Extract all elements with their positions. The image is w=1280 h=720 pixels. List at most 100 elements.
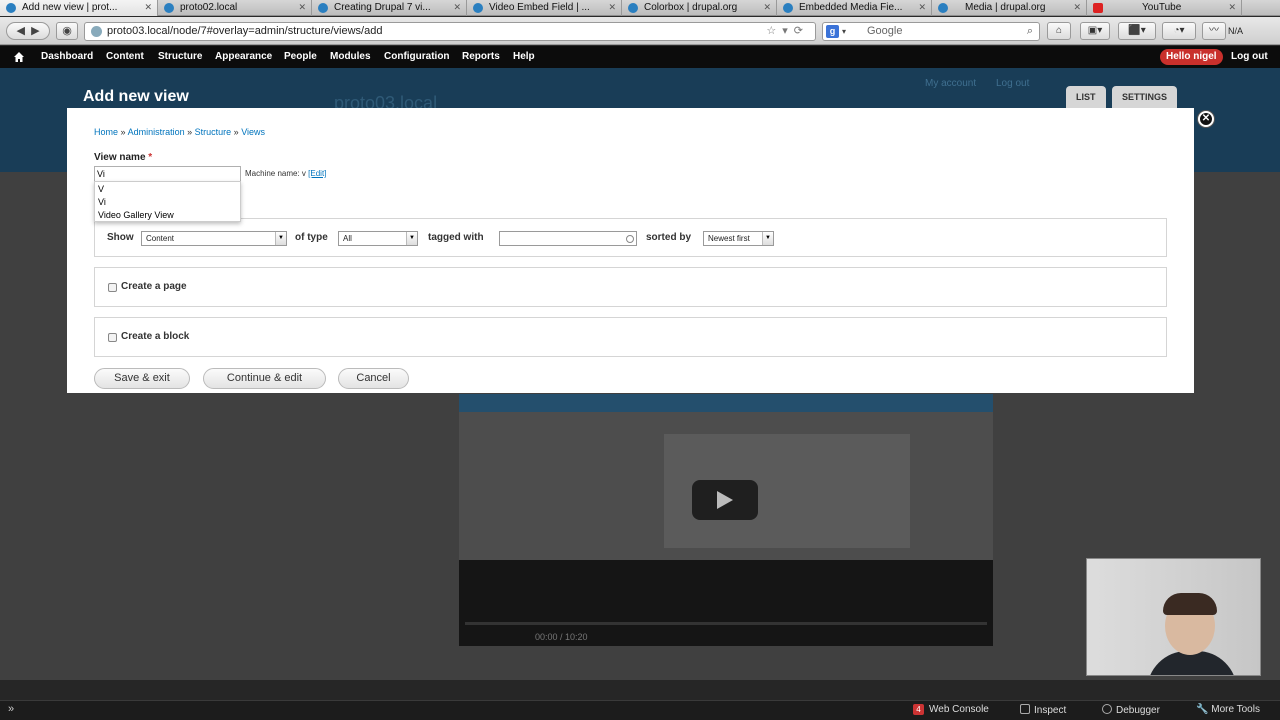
show-select-value: Content: [146, 234, 175, 243]
tab-close-icon[interactable]: ✕: [1228, 0, 1236, 15]
sorted-by-label: sorted by: [646, 232, 692, 243]
machine-name-edit-link[interactable]: [Edit]: [308, 169, 326, 178]
tab-close-icon[interactable]: ✕: [298, 0, 306, 15]
tagged-with-label: tagged with: [428, 232, 484, 243]
show-select[interactable]: Content ▼: [141, 231, 287, 246]
view-name-input[interactable]: [94, 166, 241, 182]
extension-button[interactable]: ▣▾: [1080, 22, 1110, 40]
create-block-label[interactable]: Create a block: [121, 331, 189, 342]
toolbar-item-content[interactable]: Content: [106, 46, 144, 68]
inspect-button[interactable]: Inspect: [1020, 704, 1066, 716]
breadcrumb-home[interactable]: Home: [94, 127, 118, 137]
play-icon: [717, 491, 733, 509]
tagged-with-input[interactable]: [499, 231, 637, 246]
tab-close-icon[interactable]: ✕: [1073, 0, 1081, 15]
drupal-icon: [938, 3, 948, 13]
create-page-checkbox[interactable]: [108, 283, 117, 292]
sorted-by-select-value: Newest first: [708, 234, 750, 243]
browser-tab[interactable]: YouTube ✕: [1087, 0, 1242, 16]
breadcrumb-views[interactable]: Views: [241, 127, 265, 137]
play-button[interactable]: [692, 480, 758, 520]
addon-button[interactable]: ⬛▾: [1118, 22, 1156, 40]
page-icon: [91, 26, 102, 37]
save-exit-button[interactable]: Save & exit: [94, 368, 190, 389]
toolbar-item-structure[interactable]: Structure: [158, 46, 202, 68]
addon-icon: ⬛▾: [1128, 25, 1146, 36]
header-logout-link[interactable]: Log out: [996, 78, 1029, 89]
browser-tab[interactable]: Add new view | prot... ✕: [0, 0, 158, 16]
back-arrow-icon[interactable]: ◀: [16, 25, 24, 37]
toolbar-item-configuration[interactable]: Configuration: [384, 46, 450, 68]
bookmark-star-icon[interactable]: ☆▾⟳: [766, 23, 809, 40]
tab-list[interactable]: LIST: [1066, 86, 1106, 108]
breadcrumb-administration[interactable]: Administration: [128, 127, 185, 137]
autocomplete-item[interactable]: Vi: [98, 197, 106, 207]
create-page-label[interactable]: Create a page: [121, 281, 187, 292]
autocomplete-throbber-icon: [626, 235, 634, 243]
na-label: N/A: [1228, 26, 1244, 36]
home-icon[interactable]: [13, 51, 25, 63]
toolbar-item-reports[interactable]: Reports: [462, 46, 500, 68]
video-progress-bar[interactable]: [465, 622, 987, 625]
tab-close-icon[interactable]: ✕: [144, 0, 152, 15]
more-tools-label: More Tools: [1211, 704, 1260, 715]
back-forward-buttons[interactable]: ◀ ▶: [6, 22, 50, 40]
drupal-icon: [318, 3, 328, 13]
toolbar-item-modules[interactable]: Modules: [330, 46, 371, 68]
my-account-link[interactable]: My account: [925, 78, 976, 89]
tab-close-icon[interactable]: ✕: [918, 0, 926, 15]
forward-arrow-icon[interactable]: ▶: [31, 25, 39, 37]
browser-tab[interactable]: Creating Drupal 7 vi... ✕: [312, 0, 467, 16]
cancel-button[interactable]: Cancel: [338, 368, 409, 389]
inspect-icon: [1020, 704, 1030, 714]
browser-tab[interactable]: Video Embed Field | ... ✕: [467, 0, 622, 16]
user-greeting-badge[interactable]: Hello nigel: [1160, 49, 1223, 65]
browser-tab[interactable]: Colorbox | drupal.org ✕: [622, 0, 777, 16]
drupal-icon: [628, 3, 638, 13]
browser-tab[interactable]: Embedded Media Fie... ✕: [777, 0, 932, 16]
browser-tab[interactable]: proto02.local ✕: [158, 0, 312, 16]
url-bar[interactable]: proto03.local/node/7#overlay=admin/struc…: [84, 22, 816, 41]
chevron-down-icon: ▼: [275, 232, 286, 245]
more-tools-button[interactable]: 🔧 More Tools: [1196, 704, 1260, 715]
create-block-checkbox[interactable]: [108, 333, 117, 342]
sync-button[interactable]: ◔▾: [1162, 22, 1196, 40]
sorted-by-select[interactable]: Newest first ▼: [703, 231, 774, 246]
debugger-button[interactable]: Debugger: [1102, 704, 1160, 716]
video-player[interactable]: [459, 394, 993, 646]
of-type-select[interactable]: All ▼: [338, 231, 418, 246]
tab-close-icon[interactable]: ✕: [453, 0, 461, 15]
close-icon[interactable]: ✕: [1198, 111, 1214, 127]
page-title: Add new view: [83, 88, 189, 105]
search-bar[interactable]: g ▾ Google ⌕: [822, 22, 1040, 41]
toolbar-item-help[interactable]: Help: [513, 46, 535, 68]
tab-close-icon[interactable]: ✕: [763, 0, 771, 15]
tab-title: Add new view | prot...: [22, 2, 118, 13]
continue-edit-button[interactable]: Continue & edit: [203, 368, 326, 389]
double-chevron-icon[interactable]: »: [8, 703, 14, 715]
drupal-icon: [6, 3, 16, 13]
tab-close-icon[interactable]: ✕: [608, 0, 616, 15]
stats-button[interactable]: 〰: [1202, 22, 1226, 40]
search-icon[interactable]: ⌕: [1027, 23, 1033, 40]
extension-icon: ▣▾: [1087, 25, 1103, 36]
autocomplete-item[interactable]: V: [98, 184, 104, 194]
toolbar-item-appearance[interactable]: Appearance: [215, 46, 272, 68]
site-identity-button[interactable]: ◉: [56, 22, 78, 40]
logout-link[interactable]: Log out: [1231, 46, 1268, 68]
autocomplete-item[interactable]: Video Gallery View: [98, 210, 174, 220]
breadcrumb-structure[interactable]: Structure: [195, 127, 232, 137]
toolbar-item-people[interactable]: People: [284, 46, 317, 68]
web-console-button[interactable]: Web Console: [929, 704, 989, 715]
tab-title: Creating Drupal 7 vi...: [334, 2, 431, 13]
home-button[interactable]: ⌂: [1047, 22, 1071, 40]
url-text[interactable]: proto03.local/node/7#overlay=admin/struc…: [107, 23, 382, 40]
chevron-down-icon: ▼: [406, 232, 417, 245]
chevron-down-icon[interactable]: ▾: [842, 23, 846, 40]
chevron-down-icon: ▼: [762, 232, 773, 245]
tab-settings[interactable]: SETTINGS: [1112, 86, 1178, 108]
toolbar-item-dashboard[interactable]: Dashboard: [41, 46, 93, 68]
google-icon[interactable]: g: [826, 25, 839, 38]
show-label: Show: [107, 232, 134, 243]
browser-tab[interactable]: Media | drupal.org ✕: [932, 0, 1087, 16]
